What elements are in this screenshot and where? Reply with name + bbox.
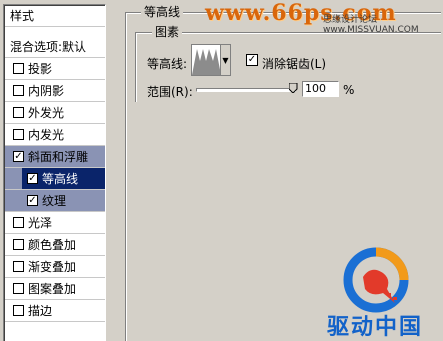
styles-list: 样式 混合选项:默认 投影 内阴影 外发光 内发光 ✓ 斜面和浮雕 ✓ 等高线 … bbox=[3, 4, 106, 341]
checkbox-bevel-emboss[interactable]: ✓ bbox=[13, 151, 24, 162]
elements-group-title: 图素 bbox=[152, 23, 183, 40]
brand-logo-icon bbox=[343, 247, 409, 313]
checkbox-inner-shadow[interactable] bbox=[13, 85, 24, 96]
checkbox-color-overlay[interactable] bbox=[13, 239, 24, 250]
style-item-bevel-emboss[interactable]: ✓ 斜面和浮雕 bbox=[5, 146, 105, 168]
style-item-label: 颜色叠加 bbox=[28, 238, 77, 252]
style-item-inner-glow[interactable]: 内发光 bbox=[5, 124, 105, 146]
watermark-site-secondary: 思缘设计论坛 www.MISSVUAN.COM bbox=[323, 15, 419, 35]
styles-header-label: 样式 bbox=[10, 9, 35, 23]
checkbox-outer-glow[interactable] bbox=[13, 107, 24, 118]
style-item-drop-shadow[interactable]: 投影 bbox=[5, 58, 105, 80]
range-input[interactable]: 100 bbox=[302, 81, 339, 97]
style-item-satin[interactable]: 光泽 bbox=[5, 212, 105, 234]
range-label: 范围(R): bbox=[147, 85, 193, 99]
watermark-brand: 驱动中国 bbox=[327, 315, 424, 340]
checkbox-contour[interactable]: ✓ bbox=[27, 173, 38, 184]
style-item-label: 外发光 bbox=[28, 106, 65, 120]
style-item-label: 光泽 bbox=[28, 216, 53, 230]
style-item-label: 图案叠加 bbox=[28, 282, 77, 296]
styles-header: 样式 bbox=[5, 5, 105, 27]
style-item-color-overlay[interactable]: 颜色叠加 bbox=[5, 234, 105, 256]
checkbox-satin[interactable] bbox=[13, 217, 24, 228]
contour-curve-preview[interactable] bbox=[192, 45, 221, 75]
anti-alias-checkbox[interactable]: ✓ bbox=[246, 54, 258, 66]
checkbox-pattern-overlay[interactable] bbox=[13, 283, 24, 294]
checkbox-texture[interactable]: ✓ bbox=[27, 195, 38, 206]
range-unit: % bbox=[343, 83, 355, 97]
style-item-label: 内发光 bbox=[28, 128, 65, 142]
style-item-label: 内阴影 bbox=[28, 84, 65, 98]
style-item-label: 等高线 bbox=[42, 172, 79, 186]
range-slider-track[interactable] bbox=[196, 88, 296, 92]
contour-label: 等高线: bbox=[147, 57, 188, 71]
anti-alias-label: 消除锯齿(L) bbox=[262, 57, 327, 71]
style-item-label: 描边 bbox=[28, 304, 53, 318]
style-item-label: 投影 bbox=[28, 62, 53, 76]
contour-group-title: 等高线 bbox=[141, 3, 184, 20]
contour-picker[interactable]: ▼ bbox=[191, 44, 231, 76]
chevron-down-icon[interactable]: ▼ bbox=[221, 45, 230, 75]
style-item-pattern-overlay[interactable]: 图案叠加 bbox=[5, 278, 105, 300]
style-item-stroke[interactable]: 描边 bbox=[5, 300, 105, 322]
style-item-gradient-overlay[interactable]: 渐变叠加 bbox=[5, 256, 105, 278]
style-item-texture[interactable]: ✓ 纹理 bbox=[5, 190, 105, 212]
style-item-outer-glow[interactable]: 外发光 bbox=[5, 102, 105, 124]
style-item-label: 斜面和浮雕 bbox=[28, 150, 89, 164]
range-slider-thumb[interactable] bbox=[289, 83, 298, 93]
style-item-contour[interactable]: ✓ 等高线 bbox=[5, 168, 105, 190]
checkbox-stroke[interactable] bbox=[13, 305, 24, 316]
checkbox-gradient-overlay[interactable] bbox=[13, 261, 24, 272]
style-item-label: 纹理 bbox=[42, 194, 67, 208]
style-item-inner-shadow[interactable]: 内阴影 bbox=[5, 80, 105, 102]
checkbox-inner-glow[interactable] bbox=[13, 129, 24, 140]
blend-options-item[interactable]: 混合选项:默认 bbox=[5, 36, 105, 58]
checkbox-drop-shadow[interactable] bbox=[13, 63, 24, 74]
blend-options-label: 混合选项:默认 bbox=[10, 40, 87, 54]
style-item-label: 渐变叠加 bbox=[28, 260, 77, 274]
